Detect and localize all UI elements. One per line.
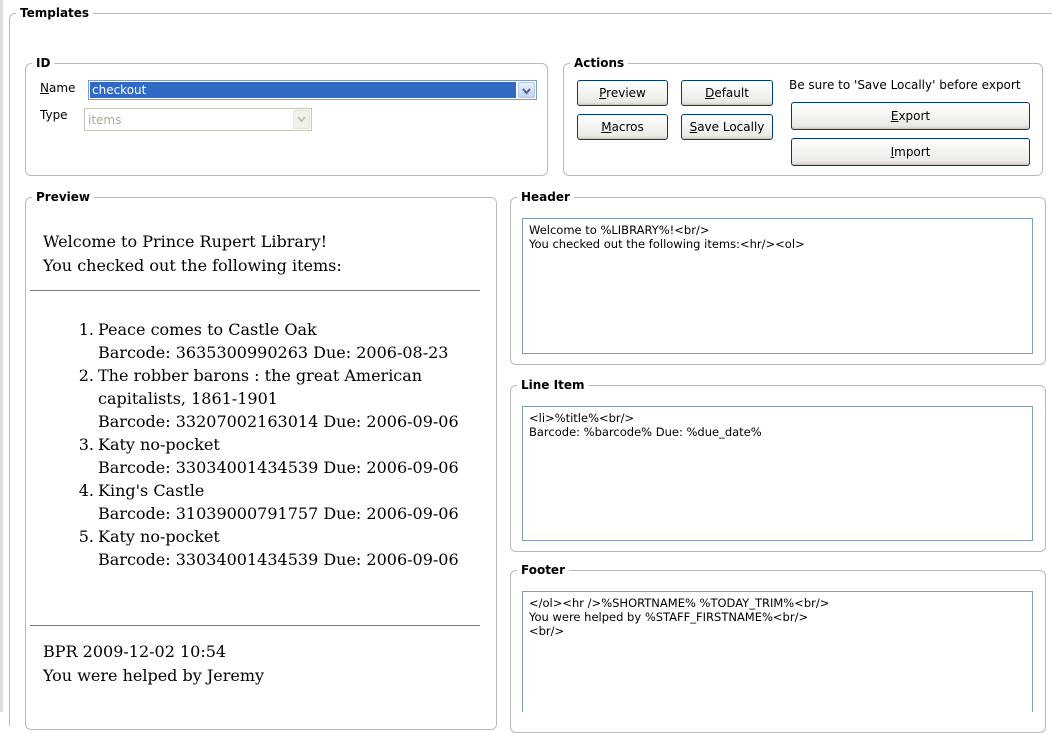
line-item-textarea[interactable]: <li>%title%<br/> Barcode: %barcode% Due:…	[522, 406, 1033, 541]
templates-legend: Templates	[20, 6, 90, 20]
header-textarea[interactable]: Welcome to %LIBRARY%!<br/> You checked o…	[522, 218, 1033, 354]
name-label: Name	[40, 81, 76, 95]
header-legend: Header	[521, 190, 570, 204]
preview-greeting-line1: Welcome to Prince Rupert Library!	[43, 232, 328, 251]
preview-rule-top	[30, 290, 480, 291]
export-button[interactable]: Export	[791, 102, 1030, 130]
name-select[interactable]: checkout	[88, 80, 537, 100]
id-legend: ID	[36, 56, 51, 70]
list-item: 3. Katy no-pocket Barcode: 3303400143453…	[78, 435, 459, 477]
macros-button[interactable]: Macros	[577, 114, 668, 140]
preview-footer-line2: You were helped by Jeremy	[43, 666, 265, 685]
window-edge	[0, 0, 3, 712]
preview-rule-bottom	[30, 625, 480, 626]
type-select[interactable]: items	[84, 108, 312, 131]
list-item: 1. Peace comes to Castle Oak Barcode: 36…	[78, 320, 449, 362]
footer-textarea[interactable]: </ol><hr />%SHORTNAME% %TODAY_TRIM%<br/>…	[522, 591, 1033, 712]
actions-legend: Actions	[574, 56, 625, 70]
list-item: 5. Katy no-pocket Barcode: 3303400143453…	[78, 527, 459, 569]
preview-footer: BPR 2009-12-02 10:54 You were helped by …	[43, 640, 264, 688]
list-item: 2. The robber barons : the great America…	[78, 366, 459, 431]
default-button[interactable]: Default	[681, 80, 773, 106]
preview-greeting: Welcome to Prince Rupert Library! You ch…	[43, 230, 342, 278]
line-item-legend: Line Item	[521, 378, 585, 392]
preview-greeting-line2: You checked out the following items:	[43, 256, 342, 275]
type-select-value: items	[88, 113, 122, 127]
import-button[interactable]: Import	[791, 138, 1030, 166]
type-label: Type	[40, 108, 68, 122]
chevron-down-icon[interactable]	[293, 110, 310, 129]
footer-legend: Footer	[521, 563, 565, 577]
preview-item-list: 1. Peace comes to Castle Oak Barcode: 36…	[58, 318, 488, 571]
chevron-down-icon[interactable]	[518, 82, 535, 98]
preview-footer-line1: BPR 2009-12-02 10:54	[43, 642, 227, 661]
save-locally-button[interactable]: Save Locally	[681, 114, 773, 140]
preview-button[interactable]: Preview	[577, 80, 668, 106]
list-item: 4. King's Castle Barcode: 31039000791757…	[78, 481, 459, 523]
export-note: Be sure to 'Save Locally' before export	[789, 78, 1021, 92]
preview-legend: Preview	[36, 190, 91, 204]
name-select-value: checkout	[90, 82, 516, 98]
